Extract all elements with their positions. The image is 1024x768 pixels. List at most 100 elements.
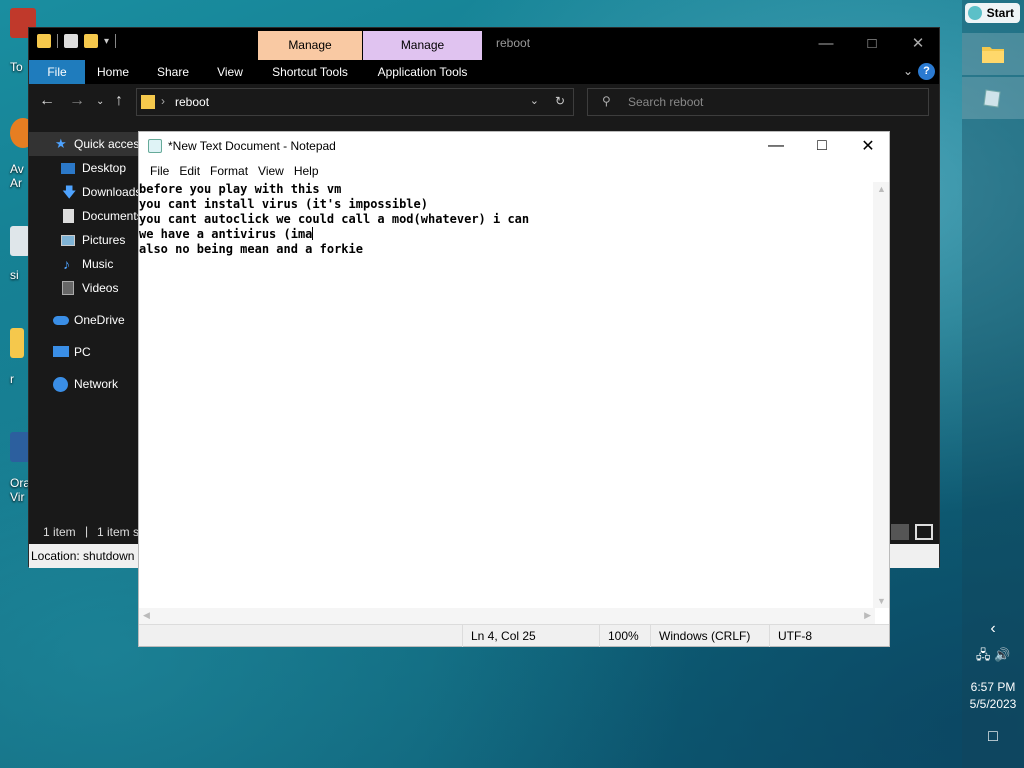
desktop-icon: [61, 163, 75, 174]
details-view-icon[interactable]: [891, 524, 909, 540]
vertical-scrollbar[interactable]: ▲ ▼: [873, 182, 889, 608]
menu-view[interactable]: View: [253, 160, 289, 182]
tab-application-tools[interactable]: Application Tools: [363, 60, 482, 84]
notepad-close-button[interactable]: ✕: [845, 132, 891, 160]
videos-icon: [62, 281, 74, 295]
breadcrumb-chevron-icon: ›: [161, 94, 165, 108]
nav-label: Pictures: [82, 233, 126, 247]
address-toolbar: ← → ⌄ ↑ › reboot ⌄ ↻ ⚲ Search reboot: [29, 84, 939, 120]
nav-label: Music: [82, 257, 114, 271]
nav-label: Downloads: [82, 185, 142, 199]
manage-shortcut-tab[interactable]: Manage: [258, 31, 362, 60]
network-icon: [53, 377, 68, 392]
search-icon: ⚲: [602, 94, 611, 108]
tab-share[interactable]: Share: [151, 60, 195, 84]
recent-dropdown-icon[interactable]: ⌄: [96, 96, 104, 107]
notepad-minimize-button[interactable]: —: [753, 132, 799, 160]
address-text: reboot: [175, 95, 210, 109]
back-icon[interactable]: ←: [39, 92, 55, 110]
text-caret: [312, 227, 314, 240]
notepad-icon: [983, 89, 1001, 108]
tab-home[interactable]: Home: [91, 60, 135, 84]
notifications-icon[interactable]: □: [962, 728, 1024, 746]
folder-icon: [37, 34, 51, 48]
close-button[interactable]: ✕: [895, 28, 941, 58]
scroll-up-icon[interactable]: ▲: [877, 184, 886, 194]
clock-date[interactable]: 5/5/2023: [962, 697, 1024, 711]
ribbon: File Home Share View Shortcut Tools Appl…: [29, 60, 939, 84]
manage-application-tab[interactable]: Manage: [363, 31, 482, 60]
text-line: also no being mean and a forkie: [139, 242, 363, 256]
taskbar: Start ‹ 🖧 🔊 6:57 PM 5/5/2023 □: [962, 0, 1024, 768]
large-icons-view-icon[interactable]: [915, 524, 933, 540]
text-line-current: we have a antivirus (ima: [139, 227, 875, 242]
notepad-title: *New Text Document - Notepad: [168, 139, 336, 153]
cloud-icon: [53, 316, 69, 325]
notepad-statusbar: Ln 4, Col 25 100% Windows (CRLF) UTF-8: [139, 624, 889, 647]
clock-time[interactable]: 6:57 PM: [962, 680, 1024, 694]
text-line: you cant autoclick we could call a mod(w…: [139, 212, 530, 226]
status-zoom: 100%: [599, 625, 651, 647]
forward-icon[interactable]: →: [69, 92, 85, 110]
tab-view[interactable]: View: [211, 60, 249, 84]
status-item-count: 1 item: [43, 525, 76, 539]
start-icon: [967, 6, 982, 20]
music-icon: ♪: [63, 256, 70, 272]
document-icon: [63, 209, 74, 223]
nav-label: Videos: [82, 281, 119, 295]
status-position: Ln 4, Col 25: [462, 625, 598, 647]
start-button[interactable]: Start: [964, 3, 1020, 23]
nav-label: Desktop: [82, 161, 127, 175]
star-icon: ★: [55, 136, 67, 151]
folder-icon: [141, 95, 155, 109]
file-icon: [10, 226, 30, 256]
notepad-menubar: File Edit Format View Help: [139, 160, 889, 182]
qat-dropdown-icon[interactable]: ▾: [104, 36, 109, 47]
quick-access-toolbar: ▾: [37, 34, 117, 48]
notepad-titlebar: *New Text Document - Notepad — □ ✕: [139, 132, 889, 160]
search-placeholder: Search reboot: [628, 95, 704, 109]
taskbar-notepad-button[interactable]: [962, 77, 1024, 119]
address-bar[interactable]: › reboot ⌄ ↻: [136, 88, 574, 116]
properties-icon[interactable]: [64, 34, 78, 48]
address-dropdown-icon[interactable]: ⌄: [530, 94, 539, 107]
download-icon: 🡇: [62, 184, 77, 200]
minimize-button[interactable]: —: [803, 28, 849, 58]
explorer-title: reboot: [496, 36, 531, 50]
text-line: before you play with this vm: [139, 182, 342, 196]
new-folder-icon[interactable]: [84, 34, 98, 48]
text-line: you cant install virus (it's impossible): [139, 197, 428, 211]
tray-network-volume-icons[interactable]: 🖧 🔊: [962, 646, 1024, 668]
notepad-maximize-button[interactable]: □: [799, 132, 845, 160]
scroll-down-icon[interactable]: ▼: [877, 596, 886, 606]
menu-help[interactable]: Help: [289, 160, 324, 182]
refresh-icon[interactable]: ↻: [555, 94, 565, 108]
nav-label: PC: [74, 345, 91, 359]
nav-label: Quick access: [74, 137, 146, 151]
notepad-icon: [148, 139, 162, 153]
nav-label: Network: [74, 377, 119, 391]
help-icon[interactable]: ?: [918, 63, 935, 80]
ribbon-expand-icon[interactable]: ⌄: [903, 64, 913, 78]
scroll-right-icon[interactable]: ▶: [864, 610, 871, 621]
tab-shortcut-tools[interactable]: Shortcut Tools: [258, 60, 362, 84]
tab-file[interactable]: File: [29, 60, 85, 84]
nav-label: OneDrive: [74, 313, 125, 327]
pc-icon: [53, 346, 69, 357]
explorer-titlebar: ▾ Manage Manage reboot — □ ✕: [29, 28, 939, 60]
menu-edit[interactable]: Edit: [174, 160, 205, 182]
menu-format[interactable]: Format: [205, 160, 253, 182]
tray-chevron-icon[interactable]: ‹: [962, 620, 1024, 638]
status-encoding: UTF-8: [769, 625, 889, 647]
notepad-window: *New Text Document - Notepad — □ ✕ File …: [138, 131, 890, 647]
start-label: Start: [986, 6, 1014, 20]
status-divider: |: [85, 524, 89, 538]
notepad-text-area[interactable]: before you play with this vm you cant ins…: [139, 182, 875, 608]
menu-file[interactable]: File: [145, 160, 174, 182]
horizontal-scrollbar[interactable]: ◀ ▶: [139, 608, 875, 624]
search-box[interactable]: ⚲ Search reboot: [587, 88, 929, 116]
scroll-left-icon[interactable]: ◀: [143, 610, 150, 621]
taskbar-explorer-button[interactable]: [962, 33, 1024, 75]
maximize-button[interactable]: □: [849, 28, 895, 58]
up-icon[interactable]: ↑: [115, 92, 123, 110]
